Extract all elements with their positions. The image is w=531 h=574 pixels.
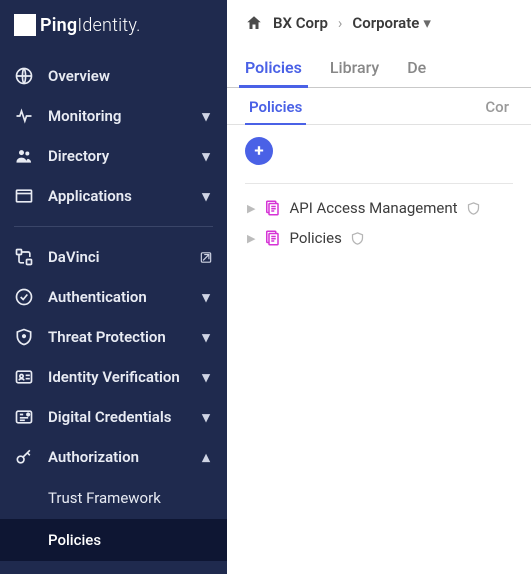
chevron-down-icon: ▾ bbox=[199, 368, 213, 386]
brand-logo: PingIdentity. bbox=[0, 0, 227, 50]
add-button[interactable]: + bbox=[245, 137, 273, 165]
chevron-down-icon: ▾ bbox=[199, 147, 213, 165]
breadcrumb: BX Corp › Corporate ▾ bbox=[227, 0, 531, 40]
check-circle-icon bbox=[14, 287, 34, 307]
content-area: + ▶ API Access Management ▶ Policies bbox=[227, 125, 531, 262]
sidebar-item-label: Directory bbox=[48, 147, 185, 165]
chevron-down-icon: ▾ bbox=[199, 288, 213, 306]
main-area: BX Corp › Corporate ▾ Policies Library D… bbox=[227, 0, 531, 574]
sidebar-item-label: Identity Verification bbox=[48, 368, 185, 386]
people-icon bbox=[14, 146, 34, 166]
sidebar-item-monitoring[interactable]: Monitoring ▾ bbox=[0, 96, 227, 136]
id-card-icon bbox=[14, 367, 34, 387]
chevron-down-icon: ▾ bbox=[199, 408, 213, 426]
content-divider bbox=[245, 183, 513, 184]
sidebar-item-label: Overview bbox=[48, 67, 213, 85]
sidebar-item-label: Digital Credentials bbox=[48, 408, 185, 426]
brand-identity: Identity. bbox=[77, 15, 140, 36]
sidebar-item-label: DaVinci bbox=[48, 248, 185, 266]
brand-ping: Ping bbox=[40, 15, 77, 36]
caret-right-icon: ▶ bbox=[247, 232, 255, 245]
plus-icon: + bbox=[254, 141, 263, 161]
sidebar-item-label: Threat Protection bbox=[48, 328, 185, 346]
sidebar-item-davinci[interactable]: DaVinci bbox=[0, 237, 227, 277]
shield-icon bbox=[14, 327, 34, 347]
sidebar-item-label: Monitoring bbox=[48, 107, 185, 125]
outer-tabs: Policies Library De bbox=[227, 40, 531, 88]
inner-tab-config[interactable]: Cor bbox=[485, 98, 509, 124]
sidebar-subitem-trust-framework[interactable]: Trust Framework bbox=[0, 477, 227, 519]
brand-text: PingIdentity. bbox=[40, 15, 141, 36]
tree-item-policies[interactable]: ▶ Policies bbox=[245, 226, 513, 250]
tree-item-api-access[interactable]: ▶ API Access Management bbox=[245, 196, 513, 220]
chevron-down-icon: ▾ bbox=[199, 328, 213, 346]
breadcrumb-env-dropdown[interactable]: Corporate ▾ bbox=[352, 14, 430, 32]
sidebar-item-label: Applications bbox=[48, 187, 185, 205]
inner-tabs: Policies Cor bbox=[227, 88, 531, 125]
tab-policies[interactable]: Policies bbox=[245, 58, 302, 87]
sidebar-item-authorization[interactable]: Authorization ▴ bbox=[0, 437, 227, 477]
sidebar-item-identity-verification[interactable]: Identity Verification ▾ bbox=[0, 357, 227, 397]
nav-separator bbox=[14, 226, 213, 227]
sidebar-item-applications[interactable]: Applications ▾ bbox=[0, 176, 227, 216]
key-icon bbox=[14, 447, 34, 467]
tree-item-label: API Access Management bbox=[289, 199, 457, 217]
tab-library[interactable]: Library bbox=[330, 58, 379, 87]
caret-down-icon: ▾ bbox=[423, 14, 431, 32]
sidebar-item-authentication[interactable]: Authentication ▾ bbox=[0, 277, 227, 317]
chevron-down-icon: ▾ bbox=[199, 187, 213, 205]
breadcrumb-env-label: Corporate bbox=[352, 14, 419, 32]
sidebar-item-overview[interactable]: Overview bbox=[0, 56, 227, 96]
sidebar-item-label: Authentication bbox=[48, 288, 185, 306]
shield-outline-icon bbox=[350, 231, 365, 246]
home-icon[interactable] bbox=[245, 14, 263, 32]
window-icon bbox=[14, 186, 34, 206]
tree-item-label: Policies bbox=[289, 229, 341, 247]
credentials-icon bbox=[14, 407, 34, 427]
chevron-up-icon: ▴ bbox=[199, 448, 213, 466]
flow-icon bbox=[14, 247, 34, 267]
chevron-down-icon: ▾ bbox=[199, 107, 213, 125]
chevron-right-icon: › bbox=[338, 14, 343, 32]
breadcrumb-org[interactable]: BX Corp bbox=[273, 14, 328, 32]
policy-group-icon bbox=[263, 229, 281, 247]
brand-square-icon bbox=[14, 14, 36, 36]
caret-right-icon: ▶ bbox=[247, 202, 255, 215]
sidebar-subitem-policies[interactable]: Policies bbox=[0, 519, 227, 561]
authorization-submenu: Trust Framework Policies bbox=[0, 477, 227, 561]
sidebar-item-threat-protection[interactable]: Threat Protection ▾ bbox=[0, 317, 227, 357]
tab-decisions[interactable]: De bbox=[407, 58, 426, 87]
sidebar-item-directory[interactable]: Directory ▾ bbox=[0, 136, 227, 176]
primary-nav: Overview Monitoring ▾ Directory ▾ Applic… bbox=[0, 50, 227, 561]
globe-icon bbox=[14, 66, 34, 86]
sidebar-item-label: Authorization bbox=[48, 448, 185, 466]
sidebar-item-digital-credentials[interactable]: Digital Credentials ▾ bbox=[0, 397, 227, 437]
sidebar: PingIdentity. Overview Monitoring ▾ Dire… bbox=[0, 0, 227, 574]
shield-outline-icon bbox=[466, 201, 481, 216]
external-link-icon bbox=[199, 250, 213, 265]
pulse-icon bbox=[14, 106, 34, 126]
inner-tab-policies[interactable]: Policies bbox=[249, 98, 302, 124]
policy-group-icon bbox=[263, 199, 281, 217]
